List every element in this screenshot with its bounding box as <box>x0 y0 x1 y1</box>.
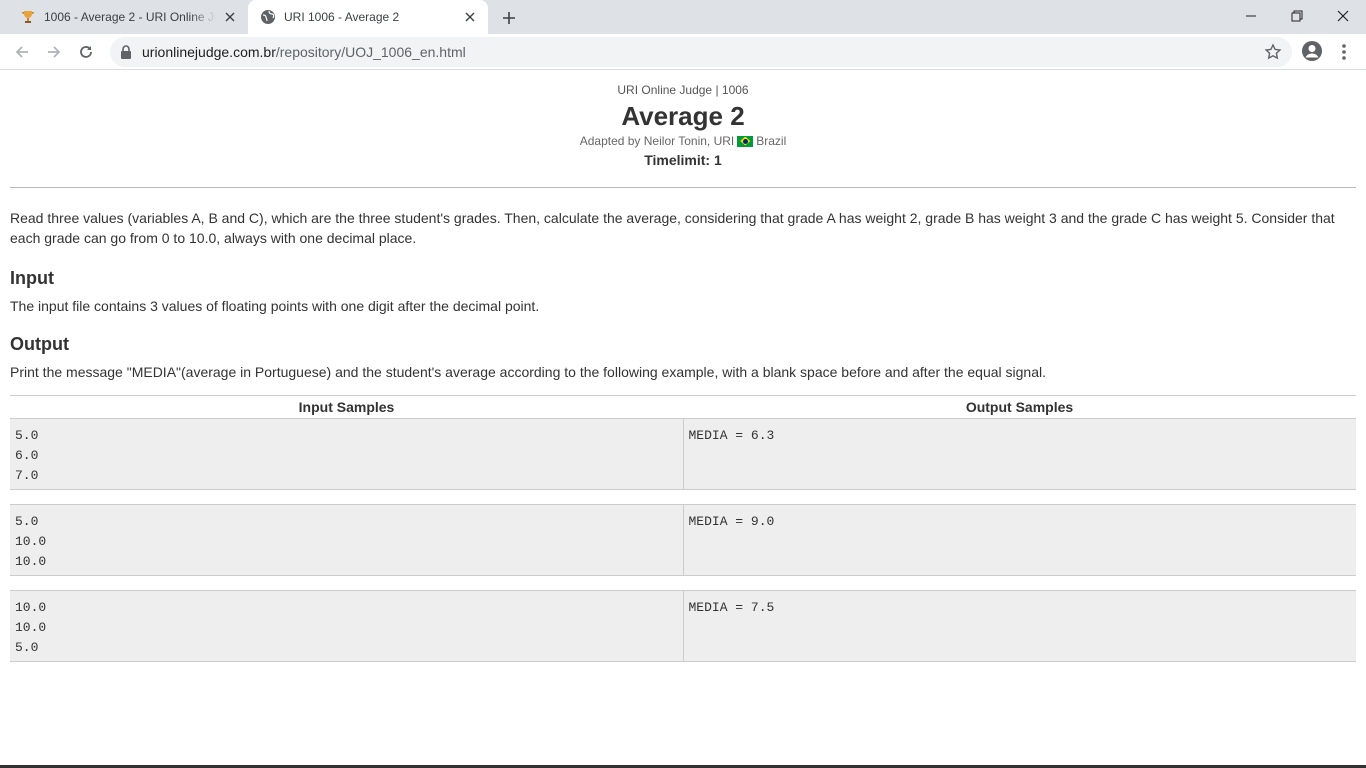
timelimit: Timelimit: 1 <box>644 152 722 168</box>
restore-icon <box>1291 10 1303 22</box>
brazil-flag-icon <box>737 135 754 147</box>
input-sample-cell: 5.0 10.0 10.0 <box>10 505 684 575</box>
samples-header-row: Input Samples Output Samples <box>10 396 1356 419</box>
table-row: 5.0 6.0 7.0 MEDIA = 6.3 <box>10 419 1356 490</box>
address-bar[interactable]: urionlinejudge.com.br/repository/UOJ_100… <box>110 37 1292 67</box>
output-line: MEDIA = 6.3 <box>688 428 775 443</box>
input-line: 6.0 <box>15 448 39 463</box>
output-sample-cell: MEDIA = 9.0 <box>684 505 1357 575</box>
minimize-icon <box>1246 15 1256 17</box>
profile-avatar-icon[interactable] <box>1301 40 1323 62</box>
plus-icon <box>503 12 515 24</box>
forward-button[interactable] <box>42 40 66 64</box>
output-heading: Output <box>10 334 69 354</box>
url-text: urionlinejudge.com.br/repository/UOJ_100… <box>142 44 466 60</box>
url-path: /repository/UOJ_1006_en.html <box>275 44 466 60</box>
tab-uri-1006-average-2[interactable]: URI 1006 - Average 2 <box>248 0 488 34</box>
input-sample-cell: 10.0 10.0 5.0 <box>10 591 684 661</box>
reload-button[interactable] <box>74 40 98 64</box>
input-line: 5.0 <box>15 514 39 529</box>
input-heading: Input <box>10 268 54 288</box>
output-sample-cell: MEDIA = 6.3 <box>684 419 1357 489</box>
problem-header: URI Online Judge | 1006 Average 2 Adapte… <box>10 71 1356 168</box>
input-line: 7.0 <box>15 468 39 483</box>
author-line: Adapted by Neilor Tonin, URI Brazil <box>10 134 1356 148</box>
close-window-button[interactable] <box>1320 0 1366 32</box>
row-separator <box>10 576 1356 591</box>
input-samples-header: Input Samples <box>298 399 395 415</box>
problem-description: Read three values (variables A, B and C)… <box>10 210 1335 246</box>
input-line: 10.0 <box>15 600 47 615</box>
browser-toolbar: urionlinejudge.com.br/repository/UOJ_100… <box>0 34 1366 70</box>
output-line: MEDIA = 7.5 <box>688 600 775 615</box>
new-tab-button[interactable] <box>498 7 520 29</box>
reload-icon <box>80 46 92 58</box>
url-host: urionlinejudge.com.br <box>142 44 276 60</box>
tab-title: URI 1006 - Average 2 <box>284 10 400 24</box>
input-line: 10.0 <box>15 554 47 569</box>
input-line: 10.0 <box>15 620 47 635</box>
output-samples-header: Output Samples <box>965 399 1074 415</box>
arrow-left-icon <box>15 46 28 58</box>
lock-icon <box>121 45 131 59</box>
table-row: 10.0 10.0 5.0 MEDIA = 7.5 <box>10 591 1356 662</box>
close-icon <box>1337 10 1349 22</box>
table-row: 5.0 10.0 10.0 MEDIA = 9.0 <box>10 505 1356 576</box>
samples-table: Input Samples Output Samples 5.0 6.0 7.0… <box>10 395 1356 662</box>
input-sample-cell: 5.0 6.0 7.0 <box>10 419 684 489</box>
tab-strip: 1006 - Average 2 - URI Online Judge URI … <box>0 0 1366 34</box>
input-line: 5.0 <box>15 428 39 443</box>
browser-menu-button[interactable] <box>1336 42 1352 62</box>
tab-uri-online-judge[interactable]: 1006 - Average 2 - URI Online Judge <box>8 0 248 34</box>
close-tab-icon[interactable] <box>222 9 238 25</box>
output-description: Print the message "MEDIA"(average in Por… <box>10 364 1046 380</box>
more-vertical-icon <box>1342 44 1346 60</box>
close-tab-icon[interactable] <box>462 9 478 25</box>
adapted-by: Adapted by Neilor Tonin, URI <box>579 134 735 148</box>
problem-page: URI Online Judge | 1006 Average 2 Adapte… <box>10 71 1356 662</box>
output-sample-cell: MEDIA = 7.5 <box>684 591 1357 661</box>
divider <box>10 187 1356 188</box>
arrow-right-icon <box>48 46 61 58</box>
bookmark-star-icon[interactable] <box>1264 43 1282 61</box>
minimize-button[interactable] <box>1228 0 1274 32</box>
input-description: The input file contains 3 values of floa… <box>10 298 540 314</box>
trophy-icon <box>20 9 36 25</box>
back-button[interactable] <box>10 40 34 64</box>
output-line: MEDIA = 9.0 <box>688 514 775 529</box>
input-line: 5.0 <box>15 640 39 655</box>
globe-icon <box>260 9 276 25</box>
input-line: 10.0 <box>15 534 47 549</box>
row-separator <box>10 490 1356 505</box>
country-name: Brazil <box>756 134 787 148</box>
page-title: Average 2 <box>621 101 745 131</box>
judge-line: URI Online Judge | 1006 <box>617 83 749 97</box>
restore-button[interactable] <box>1274 0 1320 32</box>
tab-title: 1006 - Average 2 - URI Online Judge <box>44 10 216 24</box>
